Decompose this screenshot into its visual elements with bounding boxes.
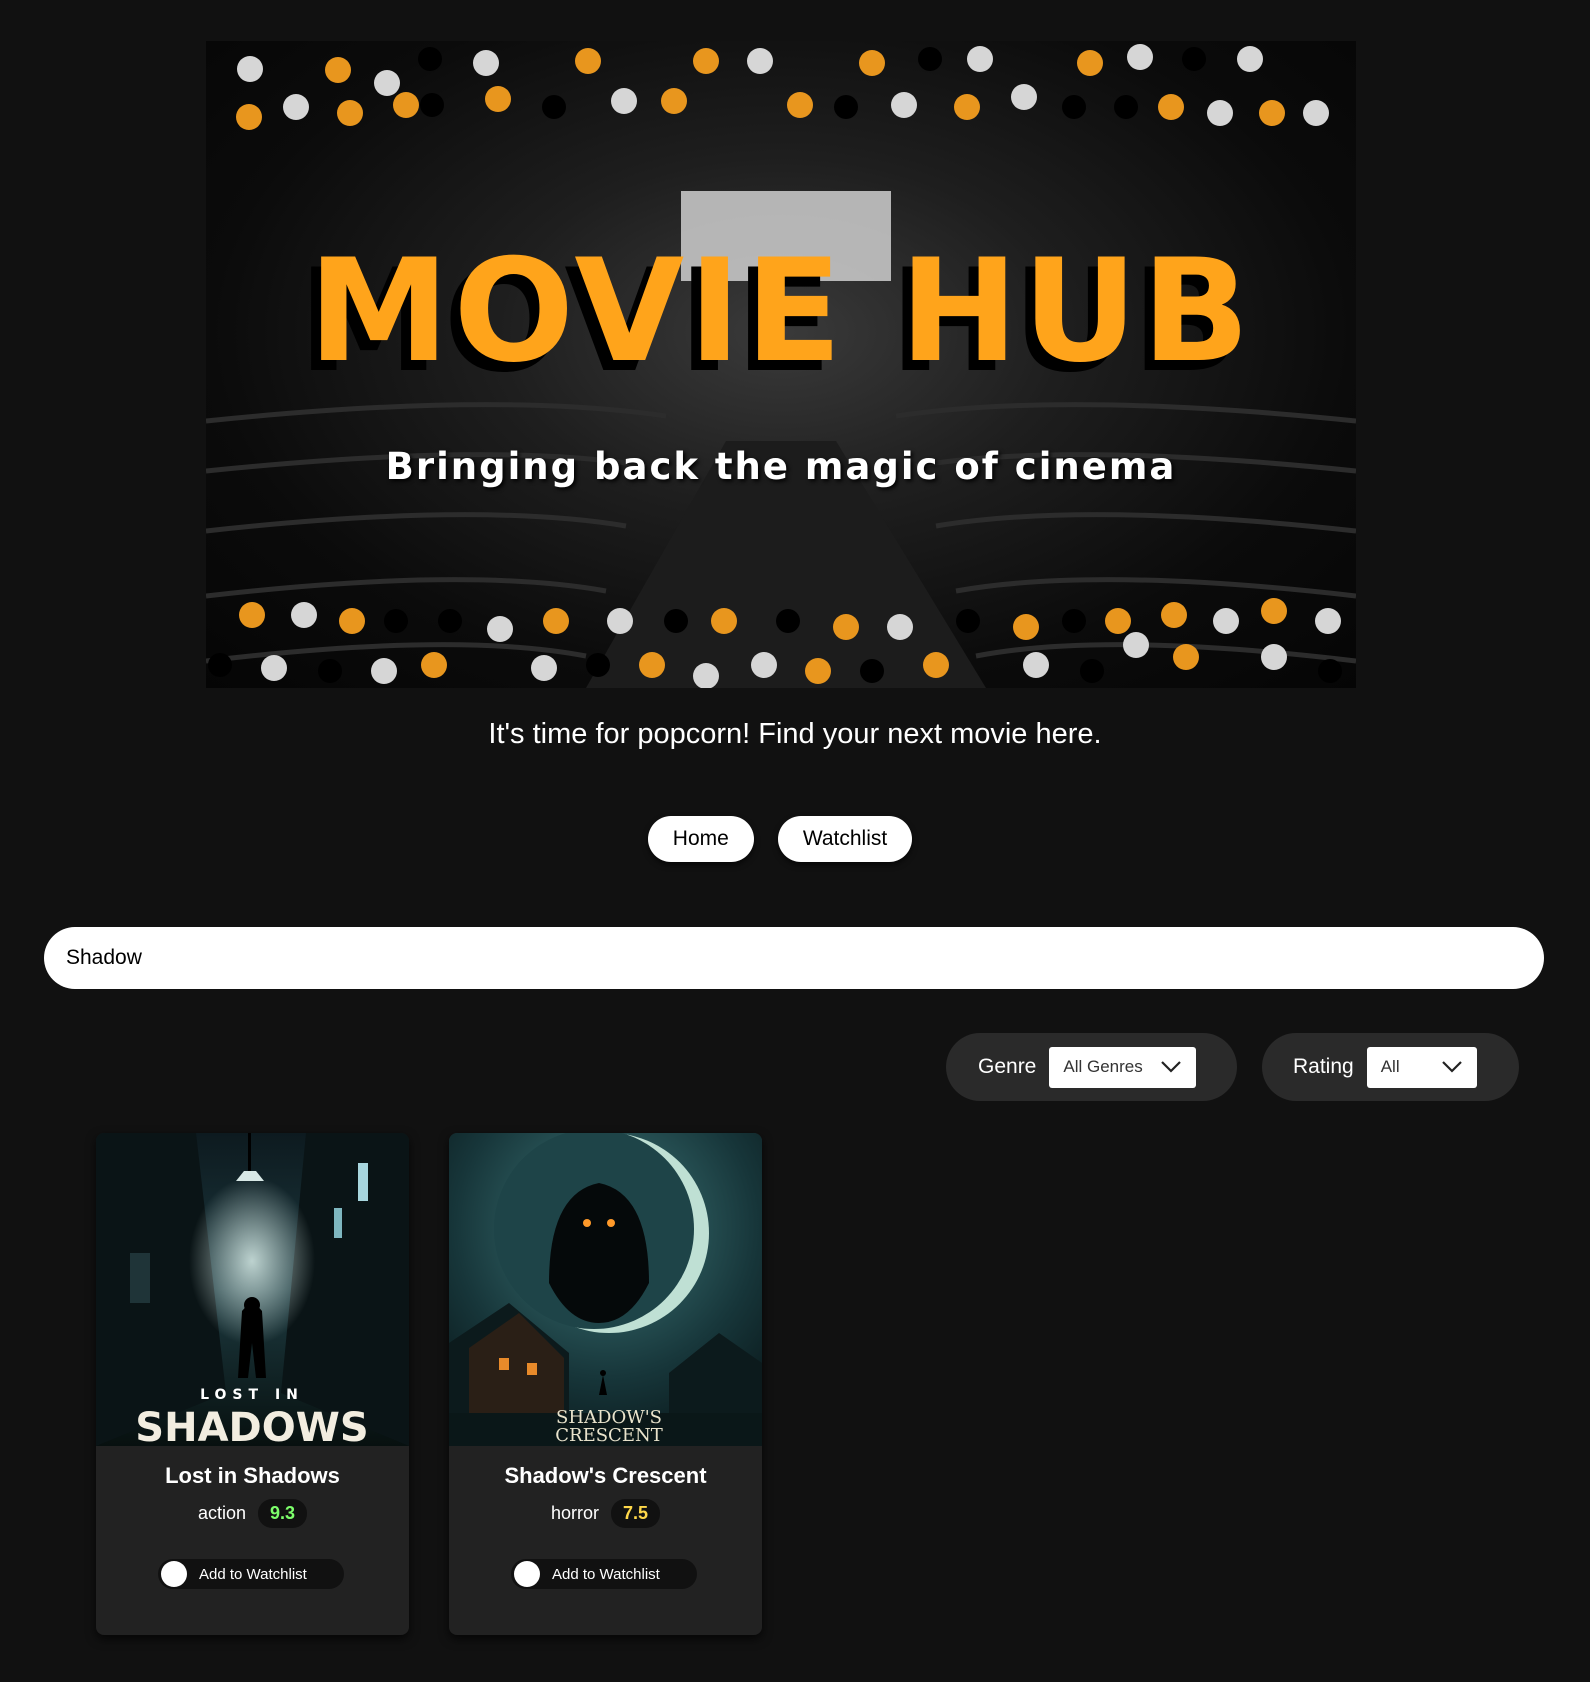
toggle-icon	[514, 1561, 540, 1587]
add-to-watchlist-button[interactable]: Add to Watchlist	[511, 1559, 697, 1589]
movie-meta: horror 7.5	[449, 1499, 762, 1528]
genre-filter-label: Genre	[978, 1055, 1037, 1078]
genre-select[interactable]: All Genres	[1049, 1046, 1197, 1088]
genre-filter: Genre All Genres	[946, 1033, 1237, 1101]
movie-rating: 9.3	[258, 1499, 308, 1528]
hero-title: MOVIE HUB	[308, 229, 1254, 394]
movie-meta: action 9.3	[96, 1499, 409, 1528]
search-input[interactable]	[64, 945, 1524, 971]
page: MOVIE HUB Bringing back the magic of cin…	[0, 0, 1590, 1682]
tagline: It's time for popcorn! Find your next mo…	[488, 718, 1102, 750]
movie-genre: action	[197, 1503, 246, 1523]
movie-card[interactable]: LOST IN SHADOWS Lost in Shadows action 9…	[96, 1133, 409, 1635]
watchlist-button-label: Add to Watchlist	[199, 1565, 307, 1583]
movie-poster: LOST IN SHADOWS	[96, 1133, 409, 1446]
movie-rating: 7.5	[610, 1499, 661, 1528]
main-nav: Home Watchlist	[0, 816, 1590, 862]
home-button[interactable]: Home	[647, 816, 754, 862]
poster-line-2: CRESCENT	[555, 1425, 662, 1446]
hero-banner: MOVIE HUB Bringing back the magic of cin…	[206, 41, 1356, 688]
movie-title: Lost in Shadows	[165, 1463, 340, 1488]
watchlist-button-label: Add to Watchlist	[552, 1565, 660, 1583]
poster-line-1: LOST IN	[200, 1387, 304, 1403]
movie-title: Shadow's Crescent	[504, 1463, 707, 1488]
poster-line-2: SHADOWS	[135, 1405, 368, 1446]
movie-poster: SHADOW'S CRESCENT	[449, 1133, 762, 1446]
toggle-icon	[161, 1561, 187, 1587]
movie-genre: horror	[550, 1503, 599, 1523]
search-bar	[44, 927, 1544, 989]
chevron-down-icon	[1441, 1061, 1462, 1073]
add-to-watchlist-button[interactable]: Add to Watchlist	[158, 1559, 344, 1589]
chevron-down-icon	[1161, 1061, 1182, 1073]
movie-card[interactable]: SHADOW'S CRESCENT Shadow's Crescent horr…	[449, 1133, 762, 1635]
rating-select[interactable]: All	[1366, 1046, 1477, 1088]
hero-subtitle: Bringing back the magic of cinema	[385, 445, 1177, 488]
genre-select-value: All Genres	[1063, 1057, 1143, 1076]
rating-filter-label: Rating	[1293, 1055, 1354, 1078]
rating-select-value: All	[1380, 1057, 1400, 1076]
watchlist-button[interactable]: Watchlist	[777, 816, 913, 862]
rating-filter: Rating All	[1262, 1033, 1519, 1101]
